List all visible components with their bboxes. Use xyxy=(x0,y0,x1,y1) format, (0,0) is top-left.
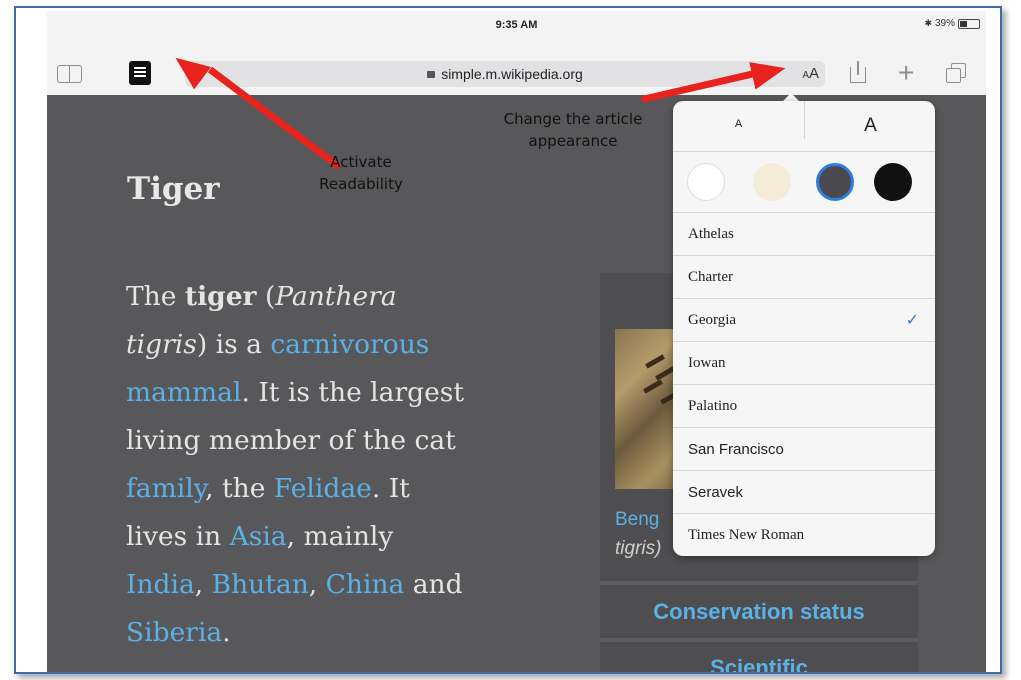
status-time: 9:35 AM xyxy=(495,19,538,31)
reader-view-button[interactable] xyxy=(129,61,151,85)
bluetooth-icon: ✱ xyxy=(924,18,932,28)
link-india[interactable]: India xyxy=(126,569,195,600)
theme-white-swatch[interactable] xyxy=(687,163,725,201)
link-bhutan[interactable]: Bhutan xyxy=(212,569,309,600)
increase-text-size-button[interactable]: A xyxy=(804,101,935,139)
readability-annotation: Activate Readability xyxy=(319,153,403,193)
page-title: Tiger xyxy=(127,171,220,207)
link-felidae[interactable]: Felidae xyxy=(274,473,372,504)
font-option-charter[interactable]: Charter xyxy=(673,256,935,299)
font-option-times-new-roman[interactable]: Times New Roman xyxy=(673,514,935,556)
font-option-athelas[interactable]: Athelas xyxy=(673,213,935,256)
screenshot-frame: 9:35 AM ✱ 39% simple.m.wikipedia.org AA … xyxy=(14,6,1002,674)
theme-gray-swatch[interactable] xyxy=(816,163,854,201)
scientific-heading[interactable]: Scientific xyxy=(600,655,918,672)
theme-sepia-swatch[interactable] xyxy=(753,163,791,201)
theme-black-swatch[interactable] xyxy=(874,163,912,201)
infobox-divider xyxy=(600,581,918,585)
infobox-caption-link[interactable]: Beng xyxy=(615,509,659,531)
conservation-status-heading[interactable]: Conservation status xyxy=(600,599,918,625)
font-option-san-francisco[interactable]: San Francisco xyxy=(673,428,935,471)
link-asia[interactable]: Asia xyxy=(230,521,287,552)
infobox-divider xyxy=(600,638,918,642)
article-paragraph: The tiger (Panthera tigris) is a carnivo… xyxy=(126,281,465,648)
appearance-annotation: Change the article appearance xyxy=(503,110,643,150)
bookmarks-icon[interactable] xyxy=(57,65,83,83)
font-option-palatino[interactable]: Palatino xyxy=(673,385,935,428)
tabs-overview-icon[interactable] xyxy=(946,63,966,83)
battery-percent: 39% xyxy=(934,18,955,29)
address-bar[interactable]: simple.m.wikipedia.org AA xyxy=(185,61,825,87)
lock-icon xyxy=(427,71,436,78)
font-option-iowan[interactable]: Iowan xyxy=(673,342,935,385)
share-icon[interactable] xyxy=(850,61,868,83)
link-carnivorous[interactable]: carnivorous xyxy=(270,329,429,360)
new-tab-plus-icon[interactable]: + xyxy=(898,57,914,89)
battery-icon xyxy=(958,18,980,29)
link-siberia[interactable]: Siberia xyxy=(126,617,222,648)
link-mammal[interactable]: mammal xyxy=(126,377,241,408)
appearance-popover: A A Athelas Charter Georgia ✓ Iowan Palatino S… xyxy=(673,101,935,556)
text-size-row: A A xyxy=(673,101,935,152)
theme-swatch-row xyxy=(673,152,935,213)
font-option-georgia[interactable]: Georgia ✓ xyxy=(673,299,935,342)
infobox-caption-italic: tigris) xyxy=(615,538,662,559)
decrease-text-size-button[interactable]: A xyxy=(673,118,804,130)
checkmark-icon: ✓ xyxy=(905,312,919,329)
battery-status: ✱ 39% xyxy=(924,18,980,29)
text-appearance-button[interactable]: AA xyxy=(802,65,819,82)
link-family[interactable]: family xyxy=(126,473,205,504)
link-china[interactable]: China xyxy=(326,569,405,600)
font-option-seravek[interactable]: Seravek xyxy=(673,471,935,514)
